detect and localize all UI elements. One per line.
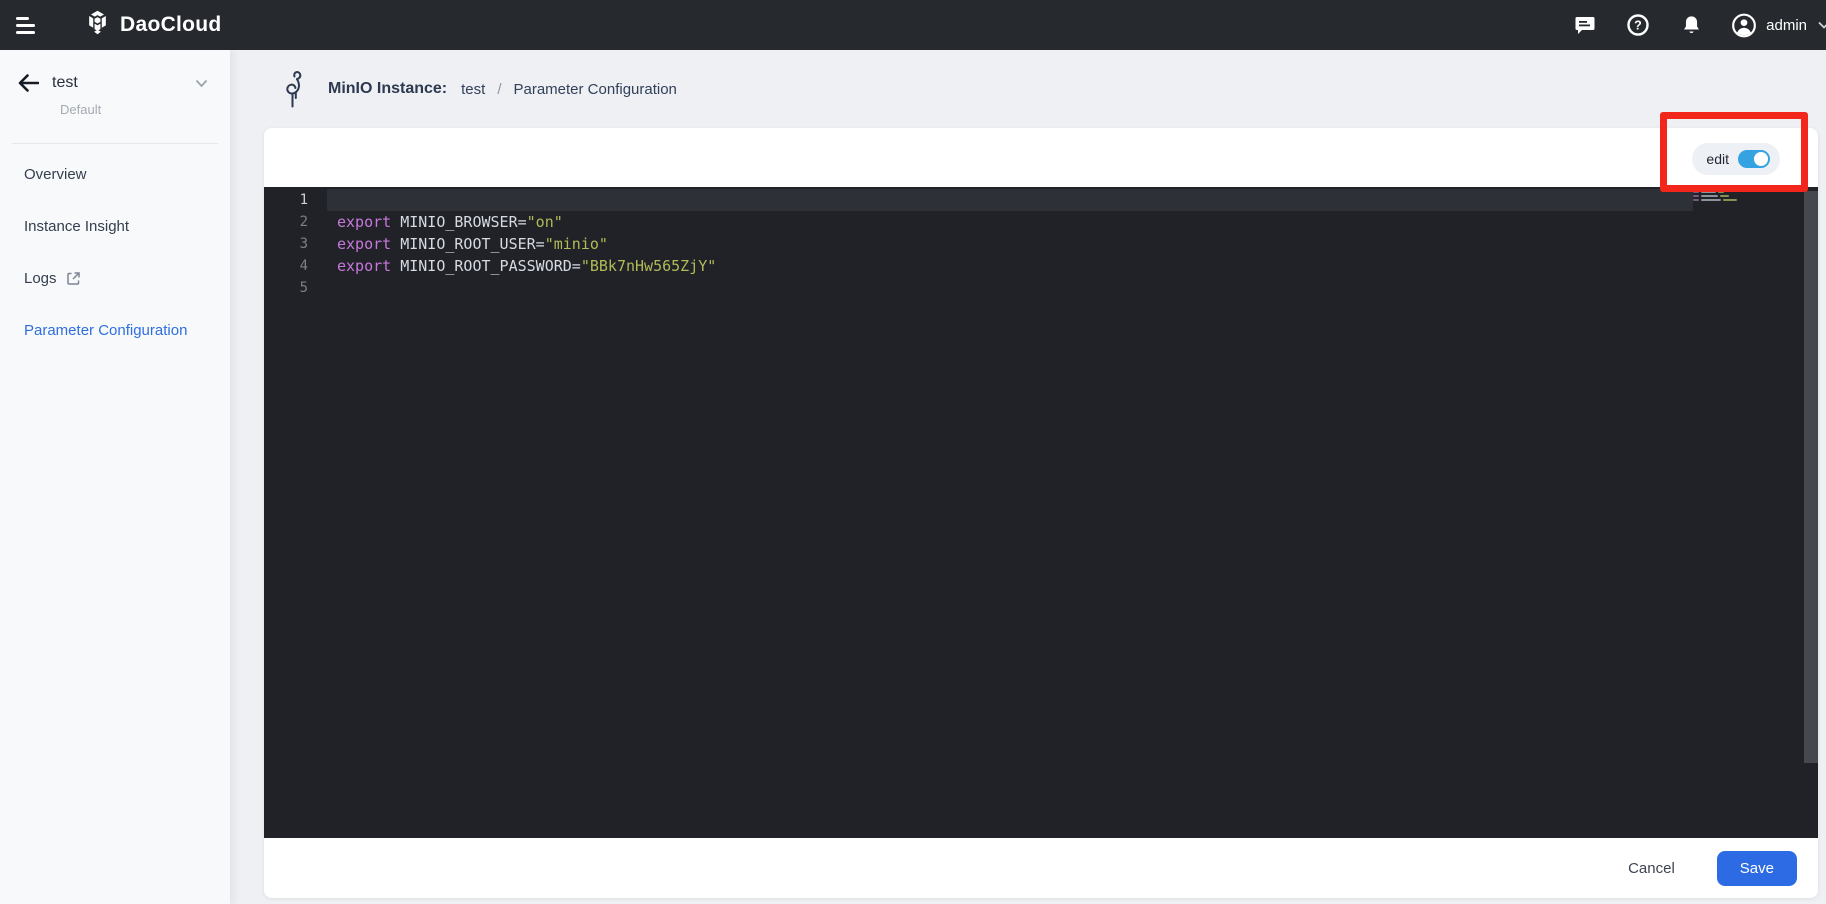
code-line: 5 xyxy=(264,277,1818,299)
user-name: admin xyxy=(1766,17,1807,34)
sidebar-item-instance-insight[interactable]: Instance Insight xyxy=(0,200,230,252)
edit-toggle-label: edit xyxy=(1706,151,1729,167)
code-token-plain: MINIO_ROOT_USER= xyxy=(391,235,545,253)
code-line: 2export MINIO_BROWSER="on" xyxy=(264,211,1818,233)
breadcrumb-title: MinIO Instance: xyxy=(328,80,447,98)
sidebar-header: test Default xyxy=(0,50,230,127)
back-arrow-icon[interactable] xyxy=(18,74,39,92)
minimap-segment xyxy=(1723,199,1737,201)
editor-scrollbar[interactable] xyxy=(1804,191,1818,763)
help-icon[interactable]: ? xyxy=(1625,12,1651,38)
minimap-row xyxy=(1693,199,1740,201)
minimap-segment xyxy=(1720,195,1729,197)
code-line: 1 xyxy=(264,189,1818,211)
line-content: export MINIO_ROOT_USER="minio" xyxy=(327,233,1693,255)
parameter-config-card: edit 12export MINIO_BROWSER="on"3export … xyxy=(264,128,1818,898)
sidebar-item-overview[interactable]: Overview xyxy=(0,148,230,200)
sidebar-item-label: Logs xyxy=(24,270,57,287)
code-token-keyword: export xyxy=(337,235,391,253)
code-line: 3export MINIO_ROOT_USER="minio" xyxy=(264,233,1818,255)
page: DaoCloud ? xyxy=(0,0,1826,904)
brand-name: DaoCloud xyxy=(120,13,222,37)
line-content: export MINIO_BROWSER="on" xyxy=(327,211,1693,233)
code-lines: 12export MINIO_BROWSER="on"3export MINIO… xyxy=(264,187,1818,299)
sidebar-item-label: Parameter Configuration xyxy=(24,322,187,339)
minimap-segment xyxy=(1701,195,1718,197)
minimap-segment xyxy=(1701,199,1721,201)
code-token-string: "minio" xyxy=(545,235,608,253)
chevron-down-icon xyxy=(1818,16,1826,34)
top-navbar: DaoCloud ? xyxy=(0,0,1826,50)
minimap-row xyxy=(1693,195,1740,197)
sidebar: test Default Overview Instance Insight Log… xyxy=(0,50,230,904)
card-toolbar: edit xyxy=(264,128,1818,187)
hamburger-icon[interactable] xyxy=(16,12,42,38)
daocloud-logo[interactable]: DaoCloud xyxy=(84,9,222,41)
user-avatar-icon xyxy=(1731,12,1757,38)
minimap-segment xyxy=(1693,191,1699,193)
code-token-string: "on" xyxy=(527,213,563,231)
code-token-keyword: export xyxy=(337,213,391,231)
line-number: 5 xyxy=(264,277,327,299)
line-number: 1 xyxy=(264,189,327,211)
daocloud-logo-icon xyxy=(84,9,111,41)
minio-flamingo-icon xyxy=(280,70,306,108)
sidebar-divider xyxy=(12,143,218,144)
code-token-plain: MINIO_BROWSER= xyxy=(391,213,526,231)
external-link-icon xyxy=(66,271,81,286)
chat-icon[interactable] xyxy=(1572,12,1598,38)
sidebar-item-parameter-configuration[interactable]: Parameter Configuration xyxy=(0,304,230,356)
breadcrumb-section: Parameter Configuration xyxy=(513,81,676,98)
code-token-string: "BBk7nHw565ZjY" xyxy=(581,257,716,275)
sidebar-menu: Overview Instance Insight Logs Parameter Co… xyxy=(0,148,230,356)
line-content xyxy=(327,189,1693,211)
save-button[interactable]: Save xyxy=(1717,851,1797,886)
code-token-plain: MINIO_ROOT_PASSWORD= xyxy=(391,257,581,275)
line-number: 3 xyxy=(264,233,327,255)
breadcrumb-separator: / xyxy=(497,81,501,98)
editor-minimap[interactable] xyxy=(1693,191,1740,203)
minimap-segment xyxy=(1701,191,1716,193)
line-content: export MINIO_ROOT_PASSWORD="BBk7nHw565Zj… xyxy=(327,255,1693,277)
chevron-down-icon[interactable] xyxy=(195,79,208,88)
sidebar-item-label: Instance Insight xyxy=(24,218,129,235)
edit-toggle-switch[interactable] xyxy=(1738,150,1770,168)
line-number: 2 xyxy=(264,211,327,233)
svg-text:?: ? xyxy=(1634,18,1642,32)
namespace-label: Default xyxy=(60,102,212,117)
code-editor[interactable]: 12export MINIO_BROWSER="on"3export MINIO… xyxy=(264,187,1818,838)
card-footer: Cancel Save xyxy=(264,838,1818,898)
minimap-segment xyxy=(1693,199,1699,201)
minimap-row xyxy=(1693,191,1740,193)
sidebar-item-logs[interactable]: Logs xyxy=(0,252,230,304)
minimap-segment xyxy=(1693,195,1699,197)
line-number: 4 xyxy=(264,255,327,277)
code-line: 4export MINIO_ROOT_PASSWORD="BBk7nHw565Z… xyxy=(264,255,1818,277)
code-token-keyword: export xyxy=(337,257,391,275)
minimap-segment xyxy=(1718,191,1724,193)
bell-icon[interactable] xyxy=(1678,12,1704,38)
user-menu[interactable]: admin xyxy=(1731,12,1824,38)
navbar-actions: ? admin xyxy=(1572,12,1826,38)
sidebar-item-label: Overview xyxy=(24,166,87,183)
breadcrumb-instance[interactable]: test xyxy=(461,81,485,98)
breadcrumb: MinIO Instance: test / Parameter Configu… xyxy=(230,50,1826,128)
instance-name[interactable]: test xyxy=(52,74,78,92)
cancel-button[interactable]: Cancel xyxy=(1628,860,1675,877)
edit-toggle-group: edit xyxy=(1692,143,1780,175)
line-content xyxy=(327,277,1693,299)
